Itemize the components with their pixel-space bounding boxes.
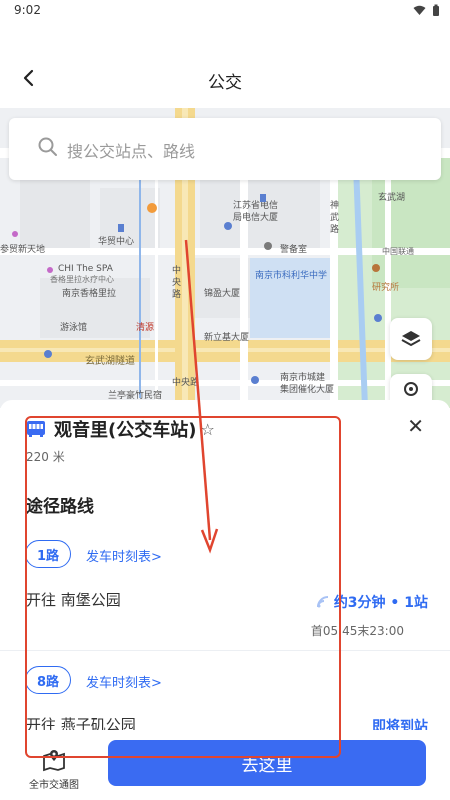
- timetable-link[interactable]: 发车时刻表>: [86, 546, 162, 565]
- search-input[interactable]: 搜公交站点、路线: [9, 118, 441, 180]
- svg-text:路: 路: [172, 288, 181, 300]
- svg-text:武: 武: [330, 211, 339, 223]
- svg-text:局电信大厦: 局电信大厦: [233, 211, 278, 223]
- svg-text:华贸中心: 华贸中心: [98, 235, 134, 247]
- status-time: 9:02: [14, 3, 41, 17]
- locate-icon: [404, 382, 418, 396]
- svg-text:香格里拉水疗中心: 香格里拉水疗中心: [50, 274, 114, 284]
- svg-text:江苏省电信: 江苏省电信: [233, 199, 278, 211]
- svg-text:中央路: 中央路: [172, 376, 199, 388]
- svg-text:参贸新天地: 参贸新天地: [0, 243, 45, 255]
- route-arrival-text: 约3分钟 • 1站: [333, 595, 428, 611]
- header: 公交: [0, 24, 450, 108]
- station-name: 观音里(公交车站): [54, 420, 197, 441]
- svg-text:南京市城建: 南京市城建: [280, 371, 325, 383]
- svg-text:中: 中: [172, 264, 181, 276]
- realtime-signal-icon: [316, 596, 328, 608]
- status-icons: [413, 4, 440, 17]
- svg-text:集团催化大厦: 集团催化大厦: [280, 383, 334, 395]
- routes-section-title: 途径路线: [26, 497, 94, 517]
- city-traffic-map-button[interactable]: 全市交通图: [22, 742, 86, 792]
- svg-text:清源: 清源: [136, 321, 154, 333]
- svg-text:游泳馆: 游泳馆: [60, 321, 87, 333]
- svg-text:研究所: 研究所: [372, 281, 399, 293]
- battery-icon: [433, 4, 439, 16]
- svg-text:玄武湖: 玄武湖: [378, 191, 405, 203]
- favorite-star-icon[interactable]: ☆: [200, 420, 214, 439]
- bottom-bar: 全市交通图 去这里: [0, 730, 450, 800]
- search-icon: [38, 137, 57, 156]
- timetable-link[interactable]: 发车时刻表>: [86, 672, 162, 691]
- svg-text:锦盈大厦: 锦盈大厦: [204, 287, 240, 299]
- svg-text:CHI The SPA: CHI The SPA: [58, 264, 114, 274]
- route-hours: 首05:45末23:00: [310, 624, 404, 638]
- station-distance: 220 米: [26, 450, 65, 464]
- svg-text:玄武湖隧道: 玄武湖隧道: [85, 354, 135, 367]
- svg-text:南京香格里拉: 南京香格里拉: [62, 287, 116, 299]
- route-badge[interactable]: 1路: [25, 540, 71, 568]
- layers-button[interactable]: [390, 318, 432, 360]
- status-bar: 9:02: [0, 0, 450, 24]
- svg-text:警备室: 警备室: [280, 243, 307, 255]
- layers-icon: [401, 331, 421, 347]
- page-title: 公交: [208, 73, 242, 93]
- station-header: 观音里(公交车站) ☆: [26, 416, 215, 442]
- search-placeholder: 搜公交站点、路线: [67, 142, 196, 161]
- svg-text:南京市科利华中学: 南京市科利华中学: [255, 269, 327, 281]
- svg-text:路: 路: [330, 223, 339, 235]
- city-map-icon: [43, 750, 65, 772]
- route-direction: 开往 南堡公园: [26, 591, 121, 609]
- svg-text:神: 神: [330, 199, 339, 211]
- route-arrival: 约3分钟 • 1站: [316, 592, 428, 612]
- svg-text:中国联通: 中国联通: [382, 246, 414, 256]
- close-button[interactable]: ✕: [407, 414, 424, 438]
- bus-icon: [27, 421, 45, 437]
- svg-text:新立基大厦: 新立基大厦: [204, 331, 249, 343]
- divider: [0, 650, 450, 651]
- go-here-button[interactable]: 去这里: [108, 740, 426, 786]
- city-map-label: 全市交通图: [29, 780, 79, 791]
- wifi-icon: [413, 5, 426, 15]
- svg-text:央: 央: [172, 276, 181, 288]
- route-badge[interactable]: 8路: [25, 666, 71, 694]
